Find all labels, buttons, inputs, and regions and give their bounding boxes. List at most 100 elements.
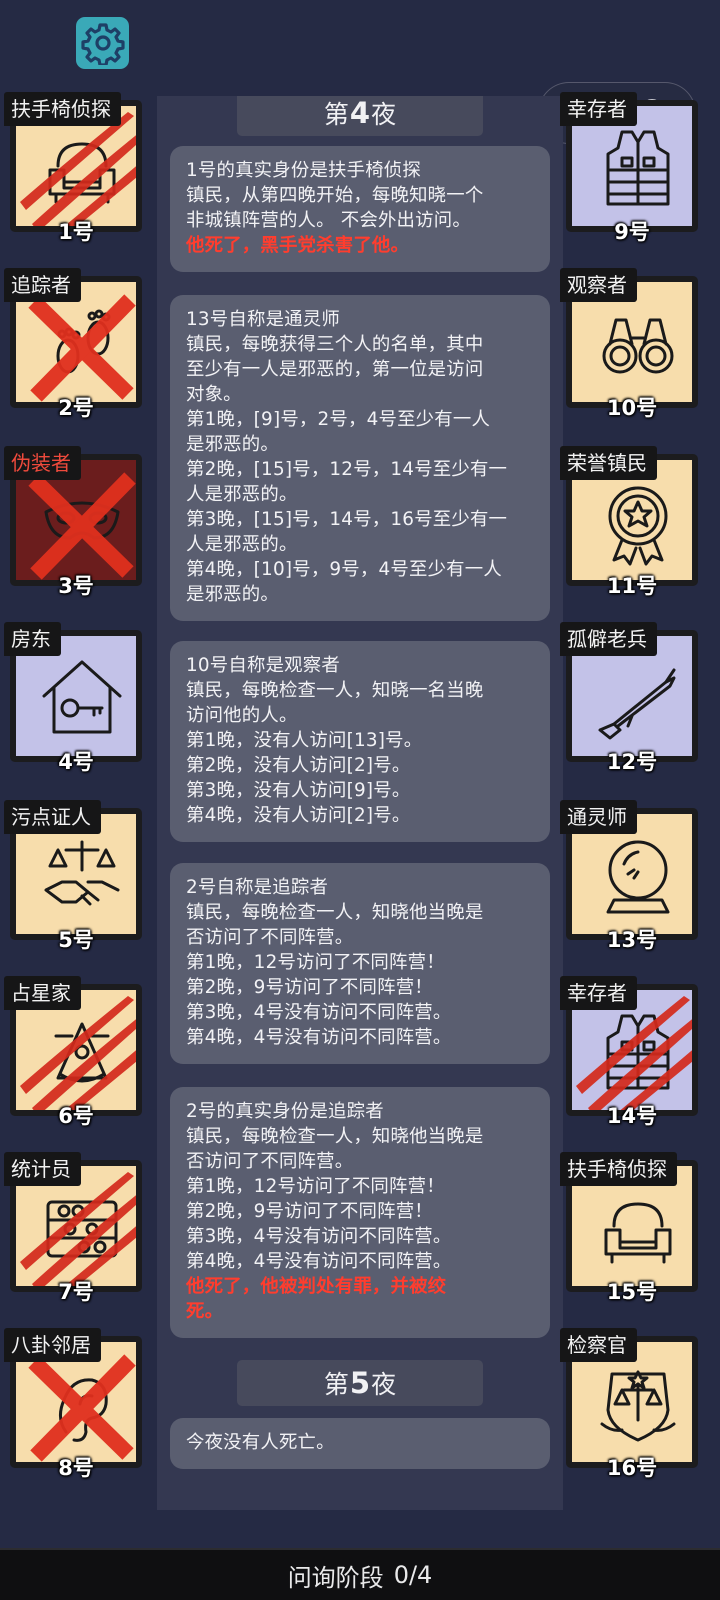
- log-message: 今夜没有人死亡。: [170, 1418, 550, 1469]
- handshake-scales-icon: [44, 840, 120, 906]
- death-notice: 他死了，他被判处有罪，并被绞: [186, 1276, 447, 1297]
- player-card-16[interactable]: 检察官 16号: [560, 1328, 700, 1504]
- role-name-tag: 伪装者: [4, 446, 81, 480]
- player-card-1[interactable]: 扶手椅侦探 1号: [4, 92, 144, 268]
- role-name-tag: 八卦邻居: [4, 1328, 101, 1362]
- player-number: 11号: [606, 574, 658, 598]
- role-name-tag: 追踪者: [4, 268, 81, 302]
- phase-bar[interactable]: 问询阶段 0/4: [0, 1548, 720, 1600]
- role-name-tag: 幸存者: [560, 976, 637, 1010]
- player-card-13[interactable]: 通灵师 13号: [560, 800, 700, 976]
- message-line: 人是邪恶的。: [186, 484, 298, 505]
- message-line: 镇民，每晚检查一人，知晓他当晚是: [186, 902, 484, 923]
- role-name-tag: 通灵师: [560, 800, 637, 834]
- badge-scales-icon: [600, 1370, 676, 1442]
- night-log-feed[interactable]: 第4夜 1号的真实身份是扶手椅侦探 镇民，从第四晚开始，每晚知晓一个 非城镇阵营的人…: [157, 96, 563, 1510]
- rifle-icon: [598, 668, 676, 740]
- player-card-2[interactable]: 追踪者 2号: [4, 268, 144, 444]
- role-name-tag: 荣誉镇民: [560, 446, 657, 480]
- night-5-header: 第5夜: [237, 1360, 483, 1406]
- role-name-tag: 幸存者: [560, 92, 637, 126]
- player-card-7[interactable]: 统计员 7号: [4, 1152, 144, 1328]
- role-name-tag: 扶手椅侦探: [560, 1152, 677, 1186]
- message-line: 第3晚，没有人访问[9]号。: [186, 780, 411, 801]
- player-number: 14号: [606, 1104, 658, 1128]
- message-line: 第2晚，9号访问了不同阵营！: [186, 1201, 433, 1222]
- player-number: 10号: [606, 396, 658, 420]
- house-key-icon: [42, 660, 122, 734]
- role-name-tag: 检察官: [560, 1328, 637, 1362]
- player-number: 15号: [606, 1280, 658, 1304]
- medal-icon: [608, 486, 668, 566]
- player-number: 2号: [58, 396, 94, 420]
- player-card-10[interactable]: 观察者 10号: [560, 268, 700, 444]
- player-card-8[interactable]: 八卦邻居 8号: [4, 1328, 144, 1504]
- death-notice: 他死了，黑手党杀害了他。: [186, 235, 410, 256]
- player-number: 16号: [606, 1456, 658, 1480]
- settings-button[interactable]: [76, 17, 129, 69]
- message-line: 第1晚，12号访问了不同阵营！: [186, 952, 445, 973]
- message-line: 第4晚，没有人访问[2]号。: [186, 805, 411, 826]
- player-card-4[interactable]: 房东 4号: [4, 622, 144, 798]
- message-line: 人是邪恶的。: [186, 534, 298, 555]
- role-name-tag: 污点证人: [4, 800, 101, 834]
- message-line: 第4晚，4号没有访问不同阵营。: [186, 1027, 452, 1048]
- message-line: 第4晚，4号没有访问不同阵营。: [186, 1251, 452, 1272]
- message-line: 1号的真实身份是扶手椅侦探: [186, 160, 421, 181]
- message-line: 2号的真实身份是追踪者: [186, 1101, 384, 1122]
- player-card-5[interactable]: 污点证人 5号: [4, 800, 144, 976]
- player-card-14[interactable]: 幸存者 14号: [560, 976, 700, 1152]
- phase-progress: 0/4: [393, 1561, 433, 1589]
- message-line: 第1晚，没有人访问[13]号。: [186, 730, 423, 751]
- message-line: 第1晚，[9]号，2号，4号至少有一人: [186, 409, 491, 430]
- message-line: 2号自称是追踪者: [186, 877, 329, 898]
- message-line: 第3晚，[15]号，14号，16号至少有一: [186, 509, 508, 530]
- player-card-9[interactable]: 幸存者 9号: [560, 92, 700, 268]
- message-line: 10号自称是观察者: [186, 655, 340, 676]
- message-line: 今夜没有人死亡。: [186, 1432, 335, 1453]
- player-card-15[interactable]: 扶手椅侦探 15号: [560, 1152, 700, 1328]
- player-number: 13号: [606, 928, 658, 952]
- message-line: 至少有一人是邪恶的，第一位是访问: [186, 359, 484, 380]
- binoculars-icon: [602, 318, 674, 374]
- message-line: 第1晚，12号访问了不同阵营！: [186, 1176, 445, 1197]
- death-notice: 死。: [186, 1301, 224, 1322]
- message-line: 镇民，从第四晚开始，每晚知晓一个: [186, 185, 484, 206]
- message-line: 是邪恶的。: [186, 434, 279, 455]
- role-name-tag: 房东: [4, 622, 61, 656]
- message-line: 第3晚，4号没有访问不同阵营。: [186, 1002, 452, 1023]
- player-card-6[interactable]: 占星家 6号: [4, 976, 144, 1152]
- log-message: 2号的真实身份是追踪者 镇民，每晚检查一人，知晓他当晚是 否访问了不同阵营。 第1晚，…: [170, 1087, 550, 1338]
- message-line: 第2晚，[15]号，12号，14号至少有一: [186, 459, 508, 480]
- message-line: 镇民，每晚检查一人，知晓一名当晚: [186, 680, 484, 701]
- phase-label: 问询阶段: [287, 1563, 384, 1592]
- log-message: 2号自称是追踪者 镇民，每晚检查一人，知晓他当晚是 否访问了不同阵营。 第1晚，12号…: [170, 863, 550, 1064]
- role-name-tag: 扶手椅侦探: [4, 92, 121, 126]
- message-line: 第2晚，9号访问了不同阵营！: [186, 977, 433, 998]
- role-name-tag: 占星家: [4, 976, 81, 1010]
- message-line: 13号自称是通灵师: [186, 309, 340, 330]
- player-card-11[interactable]: 荣誉镇民 11号: [560, 446, 700, 622]
- player-number: 3号: [58, 574, 94, 598]
- crystal-ball-icon: [606, 840, 670, 914]
- player-number: 1号: [58, 220, 94, 244]
- role-name-tag: 孤僻老兵: [560, 622, 657, 656]
- message-line: 第4晚，[10]号，9号，4号至少有一人: [186, 559, 502, 580]
- player-number: 7号: [58, 1280, 94, 1304]
- player-card-12[interactable]: 孤僻老兵 12号: [560, 622, 700, 798]
- night-4-header: 第4夜: [237, 96, 483, 136]
- message-line: 否访问了不同阵营。: [186, 1151, 354, 1172]
- log-message: 1号的真实身份是扶手椅侦探 镇民，从第四晚开始，每晚知晓一个 非城镇阵营的人。 不会…: [170, 146, 550, 272]
- role-name-tag: 统计员: [4, 1152, 81, 1186]
- message-line: 第3晚，4号没有访问不同阵营。: [186, 1226, 452, 1247]
- role-name-tag: 观察者: [560, 268, 637, 302]
- gear-icon: [80, 23, 125, 65]
- message-line: 镇民，每晚获得三个人的名单，其中: [186, 334, 484, 355]
- player-number: 6号: [58, 1104, 94, 1128]
- vest-icon: [606, 130, 670, 206]
- player-number: 8号: [58, 1456, 94, 1480]
- player-number: 12号: [606, 750, 658, 774]
- message-line: 是邪恶的。: [186, 584, 279, 605]
- message-line: 第2晚，没有人访问[2]号。: [186, 755, 411, 776]
- player-card-3[interactable]: 伪装者 3号: [4, 446, 144, 622]
